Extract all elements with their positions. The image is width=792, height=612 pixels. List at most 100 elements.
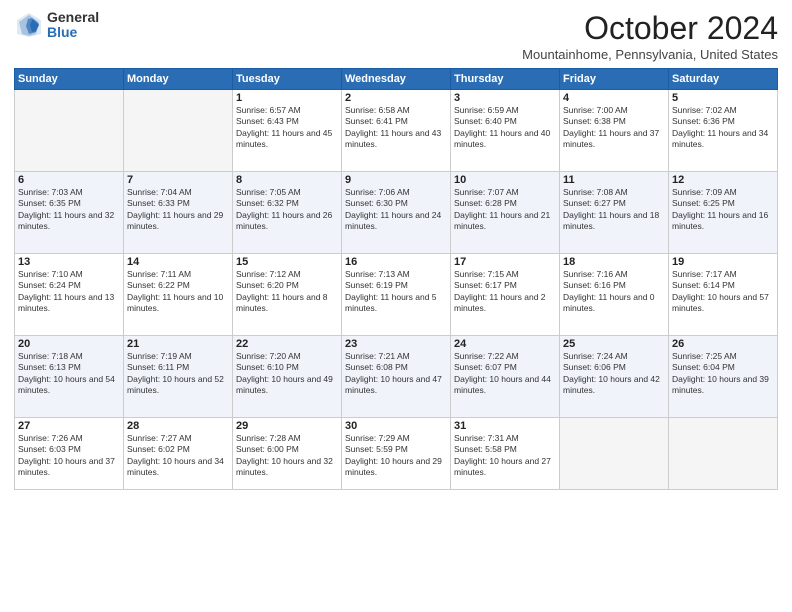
calendar-cell: 12Sunrise: 7:09 AM Sunset: 6:25 PM Dayli… — [669, 172, 778, 254]
day-number: 21 — [127, 338, 229, 350]
calendar-cell: 16Sunrise: 7:13 AM Sunset: 6:19 PM Dayli… — [342, 254, 451, 336]
calendar-cell: 4Sunrise: 7:00 AM Sunset: 6:38 PM Daylig… — [560, 90, 669, 172]
title-block: October 2024 Mountainhome, Pennsylvania,… — [522, 10, 778, 62]
calendar-cell: 9Sunrise: 7:06 AM Sunset: 6:30 PM Daylig… — [342, 172, 451, 254]
cell-info: Sunrise: 7:24 AM Sunset: 6:06 PM Dayligh… — [563, 351, 660, 395]
cell-info: Sunrise: 7:28 AM Sunset: 6:00 PM Dayligh… — [236, 433, 333, 477]
calendar-cell: 14Sunrise: 7:11 AM Sunset: 6:22 PM Dayli… — [124, 254, 233, 336]
location-title: Mountainhome, Pennsylvania, United State… — [522, 47, 778, 62]
cell-info: Sunrise: 7:12 AM Sunset: 6:20 PM Dayligh… — [236, 269, 328, 313]
day-number: 14 — [127, 256, 229, 268]
cell-info: Sunrise: 7:13 AM Sunset: 6:19 PM Dayligh… — [345, 269, 437, 313]
cell-info: Sunrise: 7:09 AM Sunset: 6:25 PM Dayligh… — [672, 187, 768, 231]
day-header-tuesday: Tuesday — [233, 69, 342, 90]
calendar-cell: 8Sunrise: 7:05 AM Sunset: 6:32 PM Daylig… — [233, 172, 342, 254]
day-number: 3 — [454, 92, 556, 104]
day-number: 5 — [672, 92, 774, 104]
logo-icon — [14, 10, 44, 40]
day-number: 18 — [563, 256, 665, 268]
calendar-cell: 23Sunrise: 7:21 AM Sunset: 6:08 PM Dayli… — [342, 336, 451, 418]
calendar-cell: 10Sunrise: 7:07 AM Sunset: 6:28 PM Dayli… — [451, 172, 560, 254]
cell-info: Sunrise: 7:15 AM Sunset: 6:17 PM Dayligh… — [454, 269, 546, 313]
day-number: 13 — [18, 256, 120, 268]
cell-info: Sunrise: 7:07 AM Sunset: 6:28 PM Dayligh… — [454, 187, 550, 231]
day-number: 7 — [127, 174, 229, 186]
day-number: 24 — [454, 338, 556, 350]
day-number: 19 — [672, 256, 774, 268]
calendar-cell: 19Sunrise: 7:17 AM Sunset: 6:14 PM Dayli… — [669, 254, 778, 336]
calendar-cell: 1Sunrise: 6:57 AM Sunset: 6:43 PM Daylig… — [233, 90, 342, 172]
calendar-cell: 27Sunrise: 7:26 AM Sunset: 6:03 PM Dayli… — [15, 418, 124, 490]
day-header-wednesday: Wednesday — [342, 69, 451, 90]
cell-info: Sunrise: 7:02 AM Sunset: 6:36 PM Dayligh… — [672, 105, 768, 149]
calendar-cell: 26Sunrise: 7:25 AM Sunset: 6:04 PM Dayli… — [669, 336, 778, 418]
day-number: 4 — [563, 92, 665, 104]
day-number: 2 — [345, 92, 447, 104]
day-number: 17 — [454, 256, 556, 268]
calendar-cell: 28Sunrise: 7:27 AM Sunset: 6:02 PM Dayli… — [124, 418, 233, 490]
calendar-header-row: SundayMondayTuesdayWednesdayThursdayFrid… — [15, 69, 778, 90]
logo: General Blue — [14, 10, 99, 41]
day-number: 28 — [127, 420, 229, 432]
day-header-sunday: Sunday — [15, 69, 124, 90]
cell-info: Sunrise: 7:22 AM Sunset: 6:07 PM Dayligh… — [454, 351, 551, 395]
day-number: 9 — [345, 174, 447, 186]
cell-info: Sunrise: 7:00 AM Sunset: 6:38 PM Dayligh… — [563, 105, 659, 149]
calendar-cell: 7Sunrise: 7:04 AM Sunset: 6:33 PM Daylig… — [124, 172, 233, 254]
month-title: October 2024 — [522, 10, 778, 47]
cell-info: Sunrise: 7:21 AM Sunset: 6:08 PM Dayligh… — [345, 351, 442, 395]
cell-info: Sunrise: 7:27 AM Sunset: 6:02 PM Dayligh… — [127, 433, 224, 477]
cell-info: Sunrise: 7:17 AM Sunset: 6:14 PM Dayligh… — [672, 269, 769, 313]
logo-blue: Blue — [47, 25, 99, 40]
cell-info: Sunrise: 6:57 AM Sunset: 6:43 PM Dayligh… — [236, 105, 332, 149]
calendar-cell: 31Sunrise: 7:31 AM Sunset: 5:58 PM Dayli… — [451, 418, 560, 490]
day-number: 26 — [672, 338, 774, 350]
cell-info: Sunrise: 7:18 AM Sunset: 6:13 PM Dayligh… — [18, 351, 115, 395]
day-number: 6 — [18, 174, 120, 186]
calendar-cell — [669, 418, 778, 490]
cell-info: Sunrise: 7:31 AM Sunset: 5:58 PM Dayligh… — [454, 433, 551, 477]
day-number: 30 — [345, 420, 447, 432]
calendar-cell: 22Sunrise: 7:20 AM Sunset: 6:10 PM Dayli… — [233, 336, 342, 418]
cell-info: Sunrise: 7:06 AM Sunset: 6:30 PM Dayligh… — [345, 187, 441, 231]
calendar-week-row: 6Sunrise: 7:03 AM Sunset: 6:35 PM Daylig… — [15, 172, 778, 254]
calendar-cell — [15, 90, 124, 172]
cell-info: Sunrise: 6:58 AM Sunset: 6:41 PM Dayligh… — [345, 105, 441, 149]
logo-text: General Blue — [47, 10, 99, 41]
calendar-week-row: 13Sunrise: 7:10 AM Sunset: 6:24 PM Dayli… — [15, 254, 778, 336]
calendar-cell: 15Sunrise: 7:12 AM Sunset: 6:20 PM Dayli… — [233, 254, 342, 336]
cell-info: Sunrise: 7:20 AM Sunset: 6:10 PM Dayligh… — [236, 351, 333, 395]
calendar-cell: 13Sunrise: 7:10 AM Sunset: 6:24 PM Dayli… — [15, 254, 124, 336]
day-header-friday: Friday — [560, 69, 669, 90]
calendar-week-row: 1Sunrise: 6:57 AM Sunset: 6:43 PM Daylig… — [15, 90, 778, 172]
day-number: 25 — [563, 338, 665, 350]
day-number: 29 — [236, 420, 338, 432]
calendar-cell: 17Sunrise: 7:15 AM Sunset: 6:17 PM Dayli… — [451, 254, 560, 336]
calendar-cell: 30Sunrise: 7:29 AM Sunset: 5:59 PM Dayli… — [342, 418, 451, 490]
day-number: 1 — [236, 92, 338, 104]
day-number: 10 — [454, 174, 556, 186]
cell-info: Sunrise: 7:08 AM Sunset: 6:27 PM Dayligh… — [563, 187, 659, 231]
calendar-cell — [124, 90, 233, 172]
cell-info: Sunrise: 7:11 AM Sunset: 6:22 PM Dayligh… — [127, 269, 223, 313]
day-number: 23 — [345, 338, 447, 350]
day-number: 11 — [563, 174, 665, 186]
day-number: 15 — [236, 256, 338, 268]
calendar-cell: 20Sunrise: 7:18 AM Sunset: 6:13 PM Dayli… — [15, 336, 124, 418]
calendar-table: SundayMondayTuesdayWednesdayThursdayFrid… — [14, 68, 778, 490]
cell-info: Sunrise: 7:26 AM Sunset: 6:03 PM Dayligh… — [18, 433, 115, 477]
calendar-cell: 5Sunrise: 7:02 AM Sunset: 6:36 PM Daylig… — [669, 90, 778, 172]
calendar-cell: 21Sunrise: 7:19 AM Sunset: 6:11 PM Dayli… — [124, 336, 233, 418]
day-header-saturday: Saturday — [669, 69, 778, 90]
calendar-week-row: 20Sunrise: 7:18 AM Sunset: 6:13 PM Dayli… — [15, 336, 778, 418]
calendar-cell: 2Sunrise: 6:58 AM Sunset: 6:41 PM Daylig… — [342, 90, 451, 172]
day-header-thursday: Thursday — [451, 69, 560, 90]
day-header-monday: Monday — [124, 69, 233, 90]
calendar-page: General Blue October 2024 Mountainhome, … — [0, 0, 792, 612]
cell-info: Sunrise: 7:05 AM Sunset: 6:32 PM Dayligh… — [236, 187, 332, 231]
calendar-week-row: 27Sunrise: 7:26 AM Sunset: 6:03 PM Dayli… — [15, 418, 778, 490]
day-number: 27 — [18, 420, 120, 432]
calendar-cell — [560, 418, 669, 490]
logo-general: General — [47, 10, 99, 25]
calendar-cell: 25Sunrise: 7:24 AM Sunset: 6:06 PM Dayli… — [560, 336, 669, 418]
